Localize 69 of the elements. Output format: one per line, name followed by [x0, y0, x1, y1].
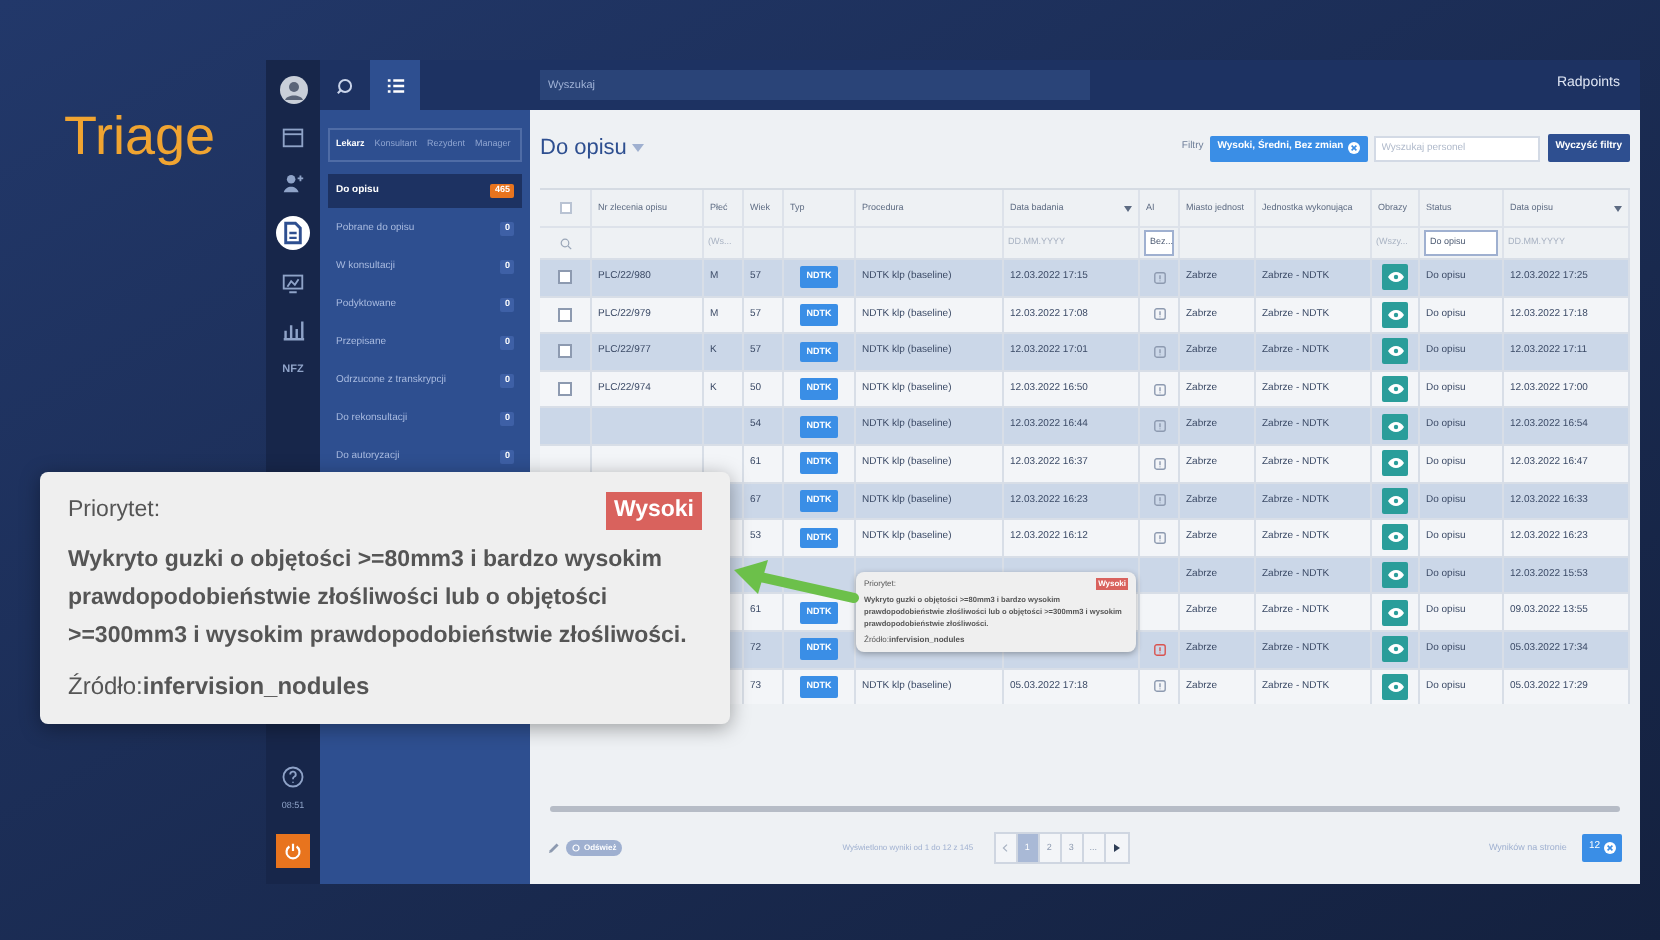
ai-flag-icon[interactable]: [1153, 680, 1165, 693]
refresh-icon: [572, 844, 580, 852]
ai-flag-icon[interactable]: [1153, 383, 1165, 396]
view-button[interactable]: [1382, 524, 1408, 551]
eye-icon: [1387, 346, 1403, 357]
list-icon: [385, 75, 405, 95]
clear-icon: [1604, 842, 1616, 854]
chevron-left-icon: [1002, 844, 1009, 852]
sort-icon[interactable]: [1614, 205, 1622, 211]
checkbox[interactable]: [559, 202, 571, 214]
checkbox[interactable]: [558, 270, 572, 285]
checkbox[interactable]: [558, 307, 572, 322]
arrow-drawing: [734, 560, 859, 603]
view-button[interactable]: [1382, 338, 1408, 365]
eye-icon: [1387, 272, 1403, 283]
power-icon: [284, 842, 302, 860]
monitor-icon[interactable]: [280, 270, 306, 296]
slide-title: Triage: [64, 104, 216, 170]
ai-flag-icon[interactable]: [1153, 308, 1165, 321]
power-button[interactable]: [276, 834, 310, 868]
alert-icon[interactable]: [1153, 643, 1165, 656]
help-icon[interactable]: [282, 766, 304, 789]
eye-icon: [1387, 570, 1403, 581]
bar-chart-icon[interactable]: [280, 316, 306, 342]
avatar-icon[interactable]: [279, 76, 307, 104]
view-button[interactable]: [1382, 487, 1408, 514]
search-icon[interactable]: [559, 237, 571, 249]
checkbox[interactable]: [558, 344, 572, 359]
checkbox[interactable]: [558, 382, 572, 397]
calendar-icon[interactable]: [280, 124, 306, 150]
priority-label: Priorytet:: [68, 496, 161, 526]
view-button[interactable]: [1382, 562, 1408, 589]
priority-badge: Wysoki: [605, 492, 702, 531]
view-button[interactable]: [1382, 301, 1408, 328]
eye-icon: [1387, 607, 1403, 618]
eye-icon: [1387, 458, 1403, 469]
sort-icon[interactable]: [1124, 205, 1132, 211]
tab-button[interactable]: [370, 60, 420, 110]
ai-flag-icon[interactable]: [1153, 345, 1165, 358]
eye-icon: [1387, 644, 1403, 655]
view-button[interactable]: [1382, 264, 1408, 291]
ai-flag-icon[interactable]: [1153, 420, 1165, 433]
ai-flag-icon[interactable]: [1153, 457, 1165, 470]
page-title: Do opisu: [540, 133, 627, 164]
eye-icon: [1387, 421, 1403, 432]
view-button[interactable]: [1382, 413, 1408, 440]
view-button[interactable]: [1382, 450, 1408, 477]
triangle-right-icon: [1113, 844, 1120, 852]
clear-icon: [1347, 142, 1360, 154]
caret-icon[interactable]: [632, 143, 645, 153]
add-user-icon[interactable]: [280, 170, 306, 196]
search-icon: [335, 75, 355, 95]
eye-icon: [1387, 384, 1403, 395]
source-text: Źródło:infervision_nodules: [68, 670, 372, 705]
ai-flag-icon[interactable]: [1153, 494, 1165, 507]
ai-flag-icon[interactable]: [1153, 271, 1165, 284]
view-button[interactable]: [1382, 376, 1408, 403]
pencil-icon[interactable]: [548, 842, 560, 854]
view-button[interactable]: [1382, 636, 1408, 663]
priority-description: Wykryto guzki o objętości >=80mm3 i bardzo wysokim prawdopodobieństwie złośliwości lub o objętości >=300mm3 i wysokim prawdopodobieństwie złośliwości.: [68, 546, 689, 653]
eye-icon: [1387, 681, 1403, 692]
horizontal-scrollbar[interactable]: [550, 806, 1620, 812]
ai-flag-icon[interactable]: [1153, 531, 1165, 544]
view-button[interactable]: [1382, 673, 1408, 700]
document-icon[interactable]: [276, 216, 310, 250]
eye-icon: [1387, 532, 1403, 543]
eye-icon: [1387, 309, 1403, 320]
view-button[interactable]: [1382, 599, 1408, 626]
eye-icon: [1387, 495, 1403, 506]
